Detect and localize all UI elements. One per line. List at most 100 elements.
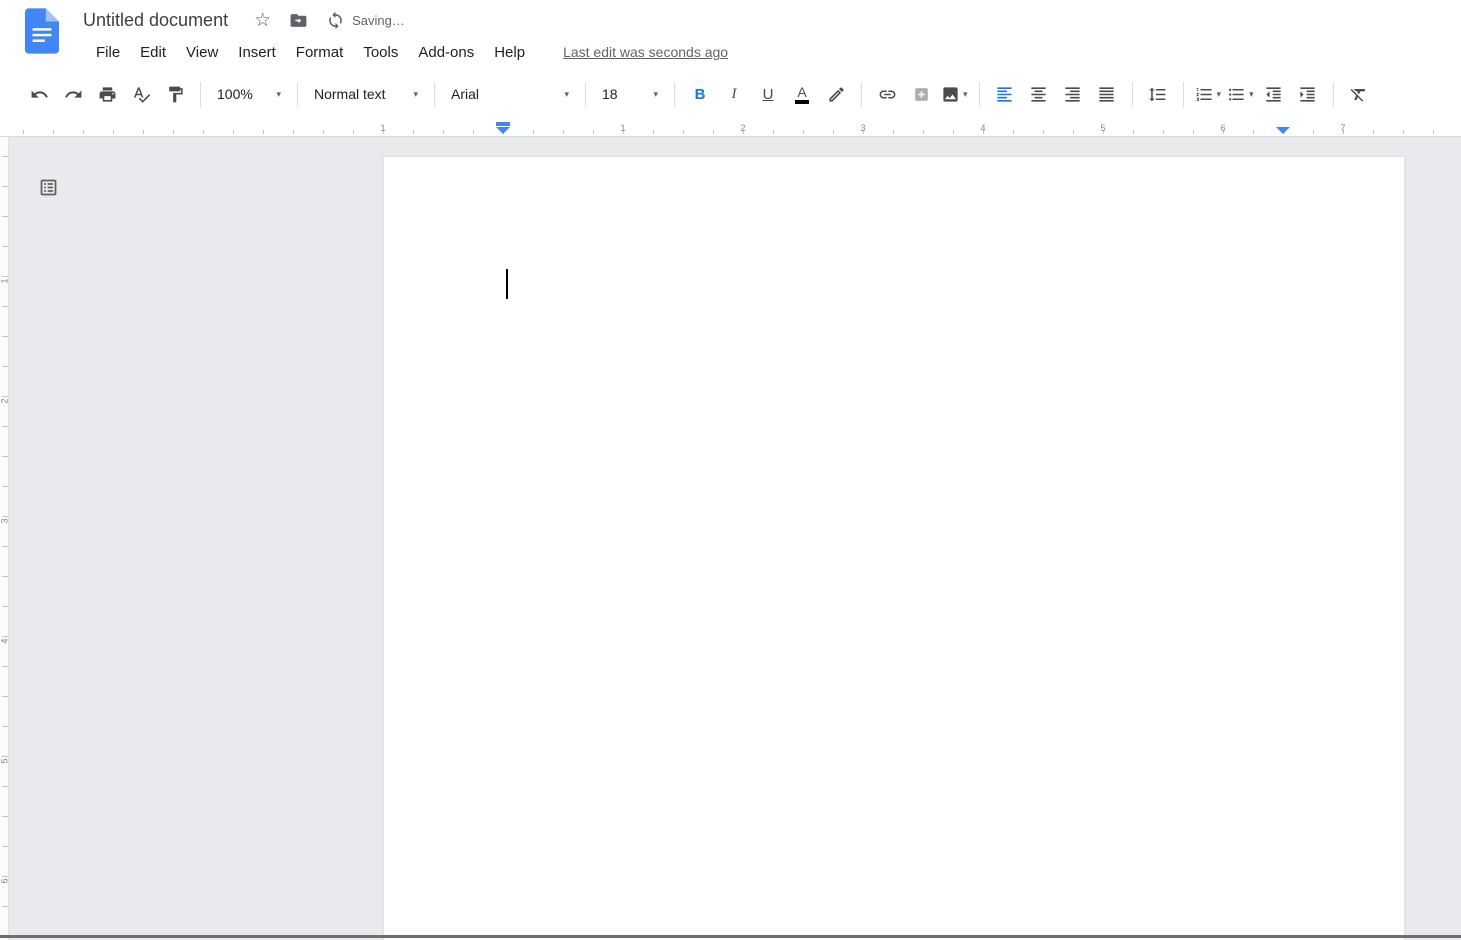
italic-button[interactable]: I (719, 79, 749, 109)
paint-format-icon (166, 85, 185, 104)
last-edit-link[interactable]: Last edit was seconds ago (563, 44, 728, 60)
text-color-letter: A (797, 85, 806, 99)
line-spacing-button[interactable] (1143, 79, 1173, 109)
right-indent-triangle (1276, 127, 1290, 134)
decrease-indent-button[interactable] (1259, 79, 1289, 109)
highlight-color-button[interactable] (821, 79, 851, 109)
saving-status: Saving… (352, 13, 405, 28)
star-icon[interactable]: ☆ (254, 11, 271, 30)
spell-check-button[interactable] (126, 79, 156, 109)
insert-image-button[interactable]: ▾ (938, 79, 971, 109)
toolbar-separator (979, 82, 980, 107)
document-page[interactable] (383, 156, 1405, 940)
menu-format[interactable]: Format (288, 42, 352, 63)
title-icons: ☆ (254, 11, 345, 30)
underline-icon: U (763, 86, 774, 103)
paragraph-style-select[interactable]: Normal text ▾ (306, 79, 426, 109)
chevron-down-icon: ▾ (564, 89, 569, 100)
menu-edit[interactable]: Edit (132, 42, 174, 63)
insert-link-button[interactable] (872, 79, 902, 109)
bulleted-list-icon (1227, 85, 1246, 104)
align-left-icon (995, 85, 1014, 104)
italic-icon: I (732, 86, 737, 103)
align-right-button[interactable] (1058, 79, 1088, 109)
numbered-list-button[interactable]: ▾ (1192, 79, 1225, 109)
undo-button[interactable] (24, 79, 54, 109)
add-comment-icon (912, 85, 931, 104)
zoom-select[interactable]: 100% ▾ (209, 79, 289, 109)
ruler-number: 7 (1340, 123, 1345, 133)
chevron-down-icon: ▾ (653, 89, 658, 100)
ruler-number: 1 (0, 277, 10, 286)
align-center-icon (1029, 85, 1048, 104)
paragraph-style-value: Normal text (314, 86, 386, 102)
add-comment-button[interactable] (906, 79, 936, 109)
print-icon (98, 85, 117, 104)
screen-bottom-edge (0, 935, 1461, 938)
menu-insert[interactable]: Insert (230, 42, 284, 63)
chevron-down-icon: ▾ (963, 89, 968, 100)
justify-button[interactable] (1092, 79, 1122, 109)
redo-icon (64, 85, 83, 104)
document-outline-icon (38, 177, 59, 198)
zoom-value: 100% (217, 86, 253, 102)
chevron-down-icon: ▾ (1249, 89, 1254, 100)
toolbar-separator (200, 82, 201, 107)
toolbar-separator (297, 82, 298, 107)
ruler-number: 3 (0, 517, 10, 526)
font-family-value: Arial (451, 86, 479, 102)
ruler-number: 1 (620, 123, 625, 133)
text-color-swatch (795, 100, 809, 104)
bold-icon: B (695, 86, 706, 103)
link-icon (878, 85, 897, 104)
increase-indent-button[interactable] (1293, 79, 1323, 109)
ruler-number: 6 (1220, 123, 1225, 133)
clear-formatting-icon (1349, 85, 1368, 104)
image-icon (941, 85, 960, 104)
ruler-number: 5 (1100, 123, 1105, 133)
menu-view[interactable]: View (178, 42, 226, 63)
bold-button[interactable]: B (685, 79, 715, 109)
paint-format-button[interactable] (160, 79, 190, 109)
align-right-icon (1063, 85, 1082, 104)
toolbar-separator (1132, 82, 1133, 107)
bulleted-list-button[interactable]: ▾ (1224, 79, 1257, 109)
move-to-folder-icon[interactable] (289, 11, 308, 30)
horizontal-ruler: 1 1 2 3 4 5 6 7 (0, 120, 1461, 137)
toolbar: 100% ▾ Normal text ▾ Arial ▾ 18 ▾ B I U … (0, 68, 1461, 120)
show-outline-button[interactable] (36, 175, 60, 199)
redo-button[interactable] (58, 79, 88, 109)
document-title[interactable]: Untitled document (83, 10, 228, 31)
line-spacing-icon (1148, 85, 1167, 104)
header-main: Untitled document ☆ Saving… File Edit Vi… (83, 0, 1461, 68)
clear-formatting-button[interactable] (1344, 79, 1374, 109)
align-center-button[interactable] (1024, 79, 1054, 109)
first-line-indent-marker[interactable] (496, 122, 510, 126)
ruler-number: 3 (860, 123, 865, 133)
ruler-number: 1 (380, 123, 385, 133)
menu-help[interactable]: Help (486, 42, 533, 63)
underline-button[interactable]: U (753, 79, 783, 109)
left-indent-marker[interactable] (496, 122, 510, 134)
ruler-number: 2 (740, 123, 745, 133)
menu-tools[interactable]: Tools (355, 42, 406, 63)
title-row: Untitled document ☆ Saving… (83, 4, 1461, 36)
docs-logo-icon[interactable] (25, 8, 59, 54)
undo-icon (30, 85, 49, 104)
numbered-list-icon (1195, 85, 1214, 104)
chevron-down-icon: ▾ (1217, 89, 1222, 100)
menu-file[interactable]: File (88, 42, 128, 63)
font-size-value: 18 (602, 86, 618, 102)
right-indent-marker[interactable] (1276, 127, 1290, 134)
toolbar-separator (434, 82, 435, 107)
print-button[interactable] (92, 79, 122, 109)
ruler-number: 6 (0, 877, 10, 886)
menu-addons[interactable]: Add-ons (410, 42, 482, 63)
text-color-button[interactable]: A (787, 79, 817, 109)
increase-indent-icon (1298, 85, 1317, 104)
align-left-button[interactable] (990, 79, 1020, 109)
header: Untitled document ☆ Saving… File Edit Vi… (0, 0, 1461, 68)
font-size-select[interactable]: 18 ▾ (594, 79, 666, 109)
font-family-select[interactable]: Arial ▾ (443, 79, 577, 109)
text-color-icon: A (795, 85, 809, 104)
